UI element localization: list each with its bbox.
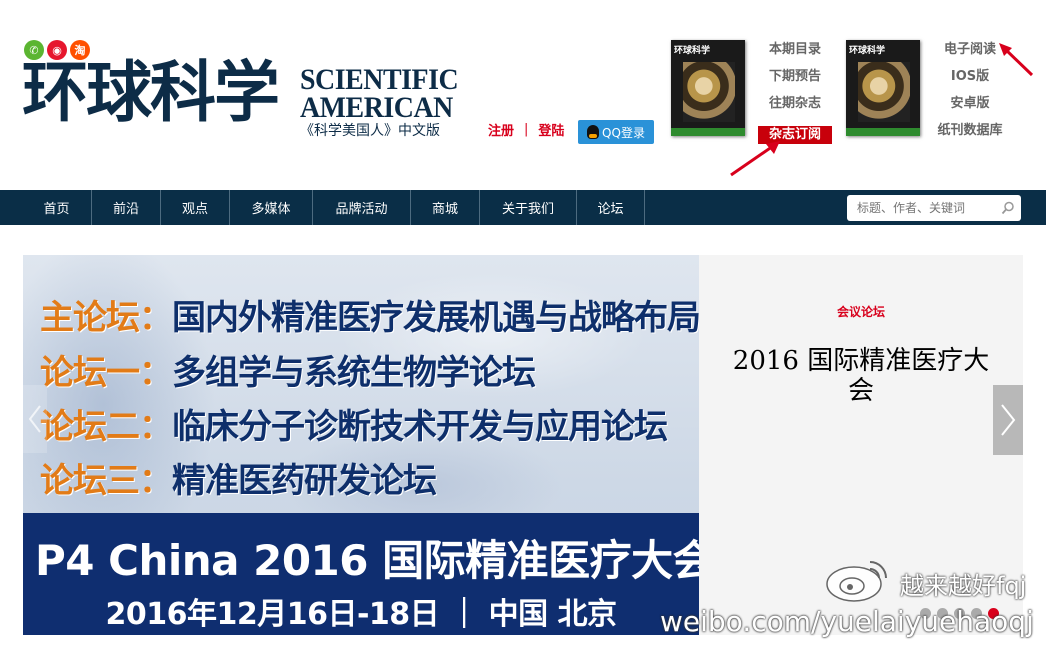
chevron-left-icon bbox=[28, 405, 41, 433]
qq-login-label: QQ登录 bbox=[602, 125, 645, 140]
auth-links: 注册 | 登陆 bbox=[488, 120, 564, 139]
nav-brand-events[interactable]: 品牌活动 bbox=[313, 190, 411, 225]
feature-title[interactable]: 2016 国际精准医疗大会 bbox=[729, 346, 993, 406]
hero-banner[interactable]: 主论坛：国内外精准医疗发展机遇与战略布局 论坛一：多组学与系统生物学论坛 论坛二… bbox=[23, 255, 699, 635]
search-input[interactable] bbox=[855, 200, 999, 216]
search-icon[interactable] bbox=[1001, 201, 1015, 215]
weibo-watermark-icon bbox=[826, 561, 887, 602]
logo-line-2: AMERICAN bbox=[300, 91, 453, 124]
nav-shop[interactable]: 商城 bbox=[411, 190, 480, 225]
cover-title: 环球科学 bbox=[849, 46, 886, 56]
watermark-handle: 越来越好fqj bbox=[900, 572, 1027, 600]
separator: | bbox=[524, 122, 529, 137]
register-link[interactable]: 注册 bbox=[488, 120, 514, 139]
banner-line-main: 主论坛：国内外精准医疗发展机遇与战略布局 bbox=[40, 290, 699, 339]
cover-title: 环球科学 bbox=[674, 46, 711, 56]
line-prefix: 论坛二： bbox=[40, 407, 173, 447]
next-slide-button[interactable] bbox=[993, 385, 1023, 455]
logo-chinese[interactable]: 环球科学 bbox=[22, 60, 280, 126]
search-box bbox=[847, 195, 1021, 221]
login-link[interactable]: 登陆 bbox=[538, 120, 564, 139]
line-prefix: 论坛一： bbox=[40, 353, 173, 393]
cover-bar bbox=[671, 128, 745, 136]
android-link[interactable]: 安卓版 bbox=[930, 96, 1010, 123]
nav-forum[interactable]: 论坛 bbox=[577, 190, 645, 225]
line-text: 国内外精准医疗发展机遇与战略布局 bbox=[172, 298, 699, 338]
logo-line-1: SCIENTIFIC bbox=[300, 63, 459, 96]
logo-subtitle: 《科学美国人》中文版 bbox=[300, 123, 440, 139]
magazine-links: 本期目录 下期预告 往期杂志 杂志订阅 bbox=[757, 42, 833, 144]
magazine-cover-print[interactable]: 环球科学 bbox=[671, 40, 745, 136]
nav-frontier[interactable]: 前沿 bbox=[92, 190, 161, 225]
cover-art bbox=[858, 62, 910, 122]
past-issues-link[interactable]: 往期杂志 bbox=[757, 96, 833, 123]
watermark-url: weibo.com/yuelaiyuehaoqj bbox=[660, 605, 1034, 638]
nav-multimedia[interactable]: 多媒体 bbox=[230, 190, 313, 225]
qq-login-button[interactable]: QQ登录 bbox=[578, 120, 654, 144]
line-text: 多组学与系统生物学论坛 bbox=[172, 353, 536, 393]
banner-line-2: 论坛二：临床分子诊断技术开发与应用论坛 bbox=[40, 399, 668, 448]
line-prefix: 论坛三： bbox=[40, 461, 173, 501]
print-database-link[interactable]: 纸刊数据库 bbox=[930, 123, 1010, 150]
logo-english[interactable]: SCIENTIFIC AMERICAN bbox=[300, 63, 459, 124]
nav-home[interactable]: 首页 bbox=[0, 190, 92, 225]
line-text: 精准医药研发论坛 bbox=[172, 461, 437, 501]
feature-category[interactable]: 会议论坛 bbox=[699, 303, 1023, 320]
nav-about-us[interactable]: 关于我们 bbox=[480, 190, 577, 225]
next-issue-link[interactable]: 下期预告 bbox=[757, 69, 833, 96]
chevron-right-icon bbox=[1001, 404, 1016, 436]
banner-line-3: 论坛三：精准医药研发论坛 bbox=[40, 453, 437, 502]
banner-date: 2016年12月16日-18日 ｜ 中国 北京 bbox=[105, 597, 617, 632]
cover-bar bbox=[846, 128, 920, 136]
qq-penguin-icon bbox=[587, 125, 600, 139]
cover-art bbox=[683, 62, 735, 122]
prev-slide-button[interactable] bbox=[23, 385, 47, 453]
arrow-annotation-icon bbox=[730, 141, 780, 177]
current-issue-link[interactable]: 本期目录 bbox=[757, 42, 833, 69]
line-text: 临床分子诊断技术开发与应用论坛 bbox=[172, 407, 668, 447]
banner-footer: P4 China 2016 国际精准医疗大会 2016年12月16日-18日 ｜… bbox=[23, 513, 699, 635]
banner-title: P4 China 2016 国际精准医疗大会 bbox=[35, 536, 699, 585]
magazine-cover-digital[interactable]: 环球科学 bbox=[846, 40, 920, 136]
line-prefix: 主论坛： bbox=[40, 298, 173, 338]
banner-line-1: 论坛一：多组学与系统生物学论坛 bbox=[40, 345, 536, 394]
arrow-annotation-icon bbox=[999, 43, 1034, 77]
nav-opinion[interactable]: 观点 bbox=[161, 190, 230, 225]
